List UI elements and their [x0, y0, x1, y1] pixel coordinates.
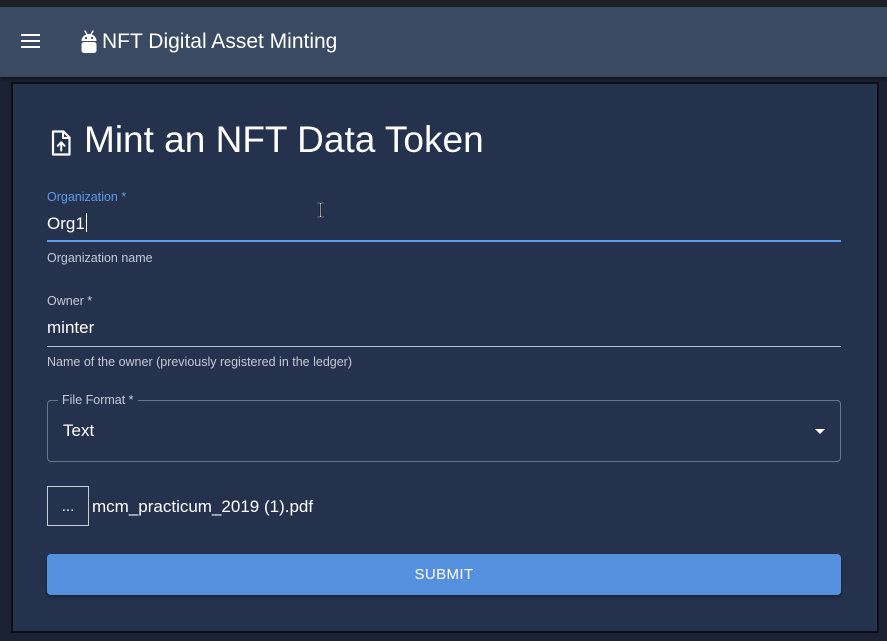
- organization-value: Org1: [47, 213, 87, 235]
- submit-button[interactable]: SUBMIT: [47, 554, 841, 595]
- window-top-strip: [0, 0, 887, 7]
- file-format-value: Text: [63, 421, 95, 440]
- app-bar: NFT Digital Asset Minting: [0, 7, 887, 77]
- organization-label: Organization *: [47, 190, 127, 204]
- selected-file-name: mcm_practicum_2019 (1).pdf: [92, 497, 314, 516]
- menu-icon[interactable]: [18, 31, 46, 53]
- app-title: NFT Digital Asset Minting: [102, 30, 338, 53]
- owner-input[interactable]: [47, 296, 841, 344]
- organization-helper-text: Organization name: [47, 251, 153, 265]
- owner-underline: [47, 346, 841, 347]
- owner-value: minter: [47, 318, 95, 337]
- organization-input[interactable]: [47, 192, 841, 240]
- page-title: Mint an NFT Data Token: [84, 119, 484, 160]
- file-format-label: File Format *: [58, 393, 138, 407]
- owner-label: Owner *: [47, 294, 93, 308]
- dropdown-arrow-icon: [815, 429, 825, 434]
- android-icon: [81, 30, 97, 53]
- choose-file-button[interactable]: ...: [47, 486, 89, 526]
- mint-form-card: Mint an NFT Data Token Organization * Or…: [11, 82, 879, 633]
- upload-file-icon: [51, 130, 71, 156]
- organization-underline: [47, 240, 841, 242]
- file-format-select[interactable]: File Format * Text: [47, 393, 841, 462]
- text-caret: [85, 213, 87, 232]
- organization-value-text: Org1: [47, 214, 85, 233]
- owner-helper-text: Name of the owner (previously registered…: [47, 355, 353, 369]
